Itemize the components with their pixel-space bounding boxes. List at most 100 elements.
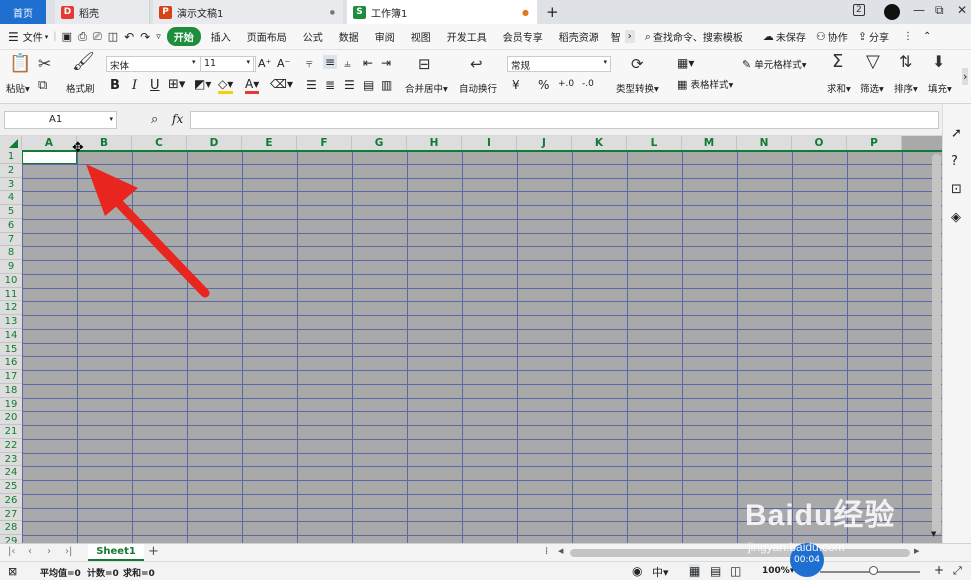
tab-page-layout[interactable]: 页面布局: [247, 29, 287, 44]
highlight-icon[interactable]: ◇▾: [218, 77, 234, 94]
tab-formulas[interactable]: 公式: [303, 29, 323, 44]
italic-button[interactable]: I: [132, 78, 137, 93]
tab-data[interactable]: 数据: [339, 29, 359, 44]
fx-button[interactable]: fx: [172, 112, 183, 126]
tab-smart[interactable]: 智: [611, 29, 621, 44]
zoom-slider-thumb[interactable]: [869, 566, 878, 575]
collapse-ribbon-icon[interactable]: ⌃: [923, 31, 931, 42]
prev-sheet-icon[interactable]: ‹: [28, 546, 32, 557]
preview-icon[interactable]: ◫: [108, 30, 118, 43]
new-tab-button[interactable]: +: [540, 0, 565, 24]
clear-format-icon[interactable]: ⌫▾: [270, 77, 293, 91]
table-style-button[interactable]: ▦ 表格样式▾: [677, 77, 733, 91]
sort-button[interactable]: 排序▾: [894, 81, 918, 95]
export-icon[interactable]: ⎙: [78, 30, 87, 44]
align-center-icon[interactable]: ≣: [325, 78, 335, 92]
help-icon[interactable]: ?: [951, 154, 958, 169]
tab-presentation[interactable]: P 演示文稿1 ●: [153, 0, 343, 24]
type-convert-button[interactable]: 类型转换▾: [616, 81, 659, 95]
sheet-tab[interactable]: Sheet1: [88, 544, 144, 561]
tab-insert[interactable]: 插入: [211, 29, 231, 44]
indent-decrease-icon[interactable]: ⇤: [363, 56, 373, 70]
tab-split-icon[interactable]: ⁞: [545, 546, 548, 557]
distribute-icon[interactable]: ▥: [381, 78, 392, 92]
search-icon[interactable]: ⌕: [645, 30, 651, 44]
undo-icon[interactable]: ↶: [124, 30, 134, 44]
align-middle-icon[interactable]: ≡: [323, 55, 338, 69]
currency-button[interactable]: ¥: [512, 78, 520, 92]
tab-docer[interactable]: D 稻壳: [55, 0, 150, 24]
sum-icon[interactable]: Σ: [832, 53, 843, 71]
tab-view[interactable]: 视图: [411, 29, 431, 44]
cursor-select-icon[interactable]: ➚: [951, 126, 962, 141]
image-tool-icon[interactable]: ⊡: [951, 182, 962, 197]
wrap-text-button[interactable]: 自动换行: [459, 81, 497, 95]
wrap-text-icon[interactable]: ↩: [470, 56, 483, 72]
name-box[interactable]: A1 ▾: [4, 111, 117, 129]
minimize-button[interactable]: —: [913, 3, 925, 17]
paste-icon[interactable]: 📋: [9, 55, 31, 73]
next-sheet-icon[interactable]: ›: [47, 546, 51, 557]
bold-button[interactable]: B: [110, 78, 120, 93]
file-menu[interactable]: 文件: [23, 29, 43, 44]
sheet-grid[interactable]: ABCDEFGHIJKLMNOP 1 2 3 4 5 6 7 8 9 10 11 12 13 14 15 16…: [0, 136, 942, 543]
quick-access-dropdown-icon[interactable]: ▿: [156, 32, 161, 42]
type-convert-icon[interactable]: ⟳: [631, 56, 644, 72]
tab-docer-resources[interactable]: 稻壳资源: [559, 29, 599, 44]
tab-member[interactable]: 会员专享: [503, 29, 543, 44]
macro-icon[interactable]: ⊠: [8, 565, 17, 578]
tab-review[interactable]: 审阅: [375, 29, 395, 44]
font-size-select[interactable]: 11 ▾: [200, 56, 254, 72]
zoom-in-icon[interactable]: +: [934, 563, 944, 577]
increase-font-icon[interactable]: A⁺: [258, 57, 271, 70]
horizontal-scrollbar[interactable]: [570, 549, 910, 557]
share-button[interactable]: 分享: [869, 29, 889, 44]
conditional-format-icon[interactable]: ▦▾: [677, 56, 694, 70]
zoom-icon[interactable]: ⌕: [151, 112, 158, 127]
save-icon[interactable]: ▣: [62, 30, 72, 43]
map-pin-icon[interactable]: ◈: [951, 210, 961, 225]
filter-icon[interactable]: ▽: [866, 53, 880, 71]
sort-icon[interactable]: ⇅: [899, 54, 912, 70]
font-color-icon[interactable]: A▾: [245, 77, 260, 94]
fill-color-icon[interactable]: ◩▾: [194, 77, 211, 91]
print-icon[interactable]: ⎚: [93, 30, 102, 44]
fill-icon[interactable]: ⬇: [932, 54, 945, 70]
more-icon[interactable]: ⋮: [903, 31, 913, 42]
user-avatar[interactable]: [884, 4, 900, 20]
fullscreen-icon[interactable]: ⤢: [953, 564, 962, 578]
merge-center-icon[interactable]: ⊟: [418, 56, 431, 72]
indent-increase-icon[interactable]: ⇥: [381, 56, 391, 70]
unsaved-status[interactable]: 未保存: [776, 29, 806, 44]
merge-center-button[interactable]: 合并居中▾: [405, 81, 448, 95]
formula-input[interactable]: [190, 111, 939, 129]
tab-start[interactable]: 开始: [166, 27, 201, 46]
format-painter-button[interactable]: 格式刷: [66, 81, 95, 95]
align-bottom-icon[interactable]: ⫨: [344, 56, 351, 71]
align-left-icon[interactable]: ☰: [306, 78, 317, 92]
paste-button[interactable]: 粘贴▾: [6, 81, 30, 95]
close-button[interactable]: ✕: [957, 3, 967, 17]
underline-button[interactable]: U: [150, 78, 160, 93]
scroll-left-icon[interactable]: ◀: [558, 547, 563, 555]
zoom-level[interactable]: 100%▾: [762, 566, 794, 576]
copy-icon[interactable]: ⧉: [38, 78, 47, 94]
cell-style-button[interactable]: ✎ 单元格样式▾: [742, 57, 807, 71]
filter-button[interactable]: 筛选▾: [860, 81, 884, 95]
align-top-icon[interactable]: ⫧: [306, 56, 313, 71]
eye-protect-icon[interactable]: ◉: [632, 564, 642, 578]
border-icon[interactable]: ⊞▾: [168, 77, 185, 92]
cut-icon[interactable]: ✂: [38, 56, 51, 72]
align-right-icon[interactable]: ☰: [344, 78, 355, 92]
tab-workbook[interactable]: S 工作簿1 ●: [347, 0, 537, 24]
page-layout-view-icon[interactable]: ▤: [710, 564, 721, 578]
add-sheet-button[interactable]: +: [148, 544, 159, 559]
tab-developer[interactable]: 开发工具: [447, 29, 487, 44]
last-sheet-icon[interactable]: ›|: [65, 546, 72, 557]
fill-button[interactable]: 填充▾: [928, 81, 952, 95]
decimal-increase-button[interactable]: +.0: [558, 79, 574, 89]
scroll-right-icon[interactable]: ▶: [914, 547, 919, 555]
sum-button[interactable]: 求和▾: [827, 81, 851, 95]
command-search[interactable]: 查找命令、搜索模板: [653, 29, 743, 44]
decrease-font-icon[interactable]: A⁻: [277, 57, 290, 70]
